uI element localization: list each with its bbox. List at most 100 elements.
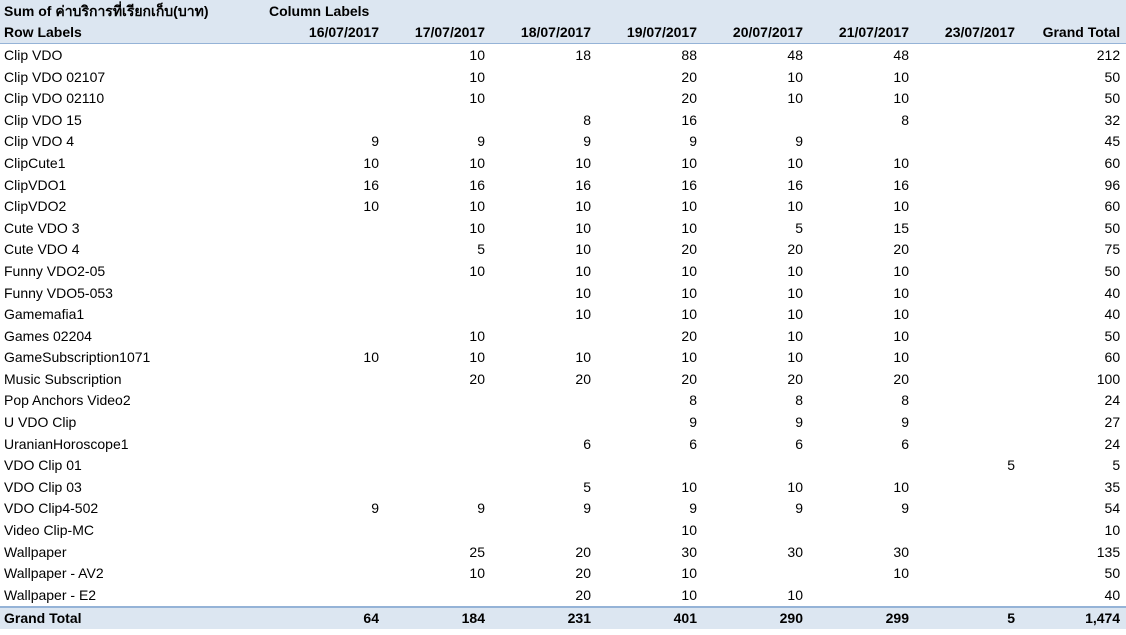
row-label[interactable]: Wallpaper - AV2 [0, 562, 265, 584]
value-cell[interactable] [915, 433, 1021, 455]
row-grand-total-cell[interactable]: 40 [1021, 303, 1126, 325]
row-grand-total-cell[interactable]: 50 [1021, 217, 1126, 239]
value-cell[interactable]: 20 [597, 87, 703, 109]
row-grand-total-cell[interactable]: 40 [1021, 282, 1126, 304]
value-cell[interactable]: 10 [809, 260, 915, 282]
value-cell[interactable]: 9 [703, 411, 809, 433]
row-label[interactable]: Wallpaper - E2 [0, 584, 265, 607]
value-cell[interactable] [265, 562, 385, 584]
value-cell[interactable] [703, 454, 809, 476]
value-cell[interactable] [703, 519, 809, 541]
row-grand-total-cell[interactable]: 32 [1021, 109, 1126, 131]
value-cell[interactable] [265, 476, 385, 498]
row-label[interactable]: Games 02204 [0, 325, 265, 347]
value-cell[interactable] [385, 454, 491, 476]
value-cell[interactable] [265, 390, 385, 412]
value-cell[interactable]: 8 [491, 109, 597, 131]
date-column-header[interactable]: 21/07/2017 [809, 21, 915, 45]
row-grand-total-cell[interactable]: 75 [1021, 239, 1126, 261]
value-cell[interactable]: 10 [703, 325, 809, 347]
value-cell[interactable] [385, 109, 491, 131]
value-cell[interactable]: 10 [385, 217, 491, 239]
value-cell[interactable]: 10 [703, 584, 809, 607]
value-cell[interactable]: 16 [265, 174, 385, 196]
value-cell[interactable] [915, 347, 1021, 369]
value-cell[interactable]: 16 [703, 174, 809, 196]
value-cell[interactable]: 10 [491, 152, 597, 174]
value-cell[interactable] [385, 433, 491, 455]
value-cell[interactable]: 9 [809, 498, 915, 520]
value-cell[interactable]: 5 [385, 239, 491, 261]
value-cell[interactable] [265, 584, 385, 607]
value-cell[interactable]: 8 [597, 390, 703, 412]
value-cell[interactable]: 15 [809, 217, 915, 239]
value-cell[interactable] [265, 260, 385, 282]
value-cell[interactable] [265, 454, 385, 476]
value-cell[interactable]: 20 [491, 541, 597, 563]
row-label[interactable]: UranianHoroscope1 [0, 433, 265, 455]
value-cell[interactable] [915, 411, 1021, 433]
value-cell[interactable]: 10 [491, 239, 597, 261]
value-cell[interactable]: 10 [385, 152, 491, 174]
value-cell[interactable]: 10 [809, 562, 915, 584]
value-cell[interactable]: 20 [809, 239, 915, 261]
value-cell[interactable]: 20 [385, 368, 491, 390]
value-cell[interactable]: 5 [491, 476, 597, 498]
value-cell[interactable]: 10 [597, 195, 703, 217]
value-cell[interactable]: 20 [597, 368, 703, 390]
row-label[interactable]: Clip VDO 02107 [0, 66, 265, 88]
row-label[interactable]: VDO Clip 03 [0, 476, 265, 498]
value-cell[interactable] [915, 260, 1021, 282]
row-grand-total-cell[interactable]: 24 [1021, 433, 1126, 455]
pivot-value-field-label[interactable]: Sum of ค่าบริการที่เรียกเก็บ(บาท) [0, 0, 265, 22]
value-cell[interactable] [915, 174, 1021, 196]
value-cell[interactable]: 9 [703, 131, 809, 153]
value-cell[interactable] [915, 390, 1021, 412]
value-cell[interactable] [491, 87, 597, 109]
row-grand-total-cell[interactable]: 5 [1021, 454, 1126, 476]
value-cell[interactable]: 6 [597, 433, 703, 455]
value-cell[interactable] [915, 282, 1021, 304]
value-cell[interactable]: 10 [809, 303, 915, 325]
value-cell[interactable]: 10 [809, 195, 915, 217]
column-labels-dropdown[interactable]: Column Labels [265, 0, 1126, 22]
value-cell[interactable]: 10 [265, 195, 385, 217]
value-cell[interactable]: 8 [703, 390, 809, 412]
value-cell[interactable] [915, 476, 1021, 498]
grand-total-cell[interactable]: 1,474 [1021, 605, 1126, 630]
value-cell[interactable] [385, 519, 491, 541]
value-cell[interactable]: 10 [491, 347, 597, 369]
date-column-header[interactable]: 23/07/2017 [915, 21, 1021, 45]
value-cell[interactable]: 30 [703, 541, 809, 563]
value-cell[interactable]: 10 [703, 347, 809, 369]
row-label[interactable]: VDO Clip4-502 [0, 498, 265, 520]
value-cell[interactable] [915, 131, 1021, 153]
value-cell[interactable]: 16 [809, 174, 915, 196]
date-column-header[interactable]: 16/07/2017 [265, 21, 385, 45]
row-label[interactable]: Wallpaper [0, 541, 265, 563]
value-cell[interactable]: 10 [597, 476, 703, 498]
value-cell[interactable] [915, 498, 1021, 520]
value-cell[interactable]: 10 [385, 195, 491, 217]
row-label[interactable]: U VDO Clip [0, 411, 265, 433]
value-cell[interactable]: 10 [265, 152, 385, 174]
value-cell[interactable]: 88 [597, 44, 703, 66]
value-cell[interactable] [915, 519, 1021, 541]
row-label[interactable]: Cute VDO 3 [0, 217, 265, 239]
row-grand-total-cell[interactable]: 60 [1021, 195, 1126, 217]
row-label[interactable]: ClipVDO2 [0, 195, 265, 217]
value-cell[interactable]: 10 [385, 325, 491, 347]
value-cell[interactable]: 10 [703, 476, 809, 498]
row-grand-total-cell[interactable]: 212 [1021, 44, 1126, 66]
value-cell[interactable]: 5 [915, 454, 1021, 476]
value-cell[interactable] [265, 87, 385, 109]
value-cell[interactable] [915, 109, 1021, 131]
value-cell[interactable] [265, 325, 385, 347]
value-cell[interactable]: 16 [597, 109, 703, 131]
value-cell[interactable] [265, 44, 385, 66]
value-cell[interactable] [491, 325, 597, 347]
row-grand-total-cell[interactable]: 60 [1021, 347, 1126, 369]
value-cell[interactable]: 20 [597, 325, 703, 347]
value-cell[interactable]: 10 [491, 282, 597, 304]
date-column-header[interactable]: 20/07/2017 [703, 21, 809, 45]
